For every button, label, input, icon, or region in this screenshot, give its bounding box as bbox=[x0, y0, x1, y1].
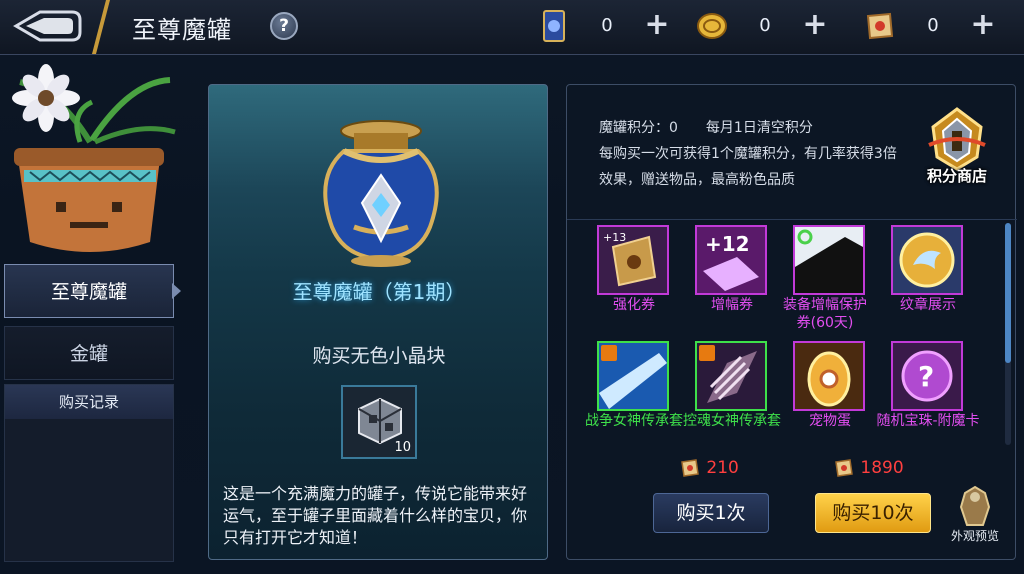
item-grid-scrollbar[interactable] bbox=[1005, 223, 1011, 445]
appearance-preview-label: 外观预览 bbox=[950, 529, 999, 543]
crystal-item-slot[interactable]: 10 bbox=[341, 385, 417, 459]
supreme-jar-image bbox=[323, 120, 439, 267]
soul-goddess-set-icon bbox=[697, 343, 765, 409]
gold-coin-icon bbox=[697, 13, 727, 39]
resource-points: 0 + bbox=[862, 8, 1012, 44]
reward-item-name: 装备增幅保护券(60天) bbox=[783, 297, 867, 331]
rewards-panel: 魔罐积分：0 每月1日清空积分 每购买一次可获得1个魔罐积分，有几率获得3倍效果，… bbox=[566, 84, 1017, 560]
title-divider bbox=[92, 0, 110, 54]
selected-tab-pointer bbox=[172, 283, 181, 299]
purchase-history-panel[interactable]: 购买记录 bbox=[4, 384, 174, 562]
scroll-points-icon bbox=[866, 12, 894, 40]
resource-points-value: 0 bbox=[927, 15, 939, 36]
resource-ticket: 0 + bbox=[536, 8, 686, 44]
price-single-value: 210 bbox=[706, 458, 739, 478]
reward-item-frame bbox=[597, 341, 669, 411]
add-gold-button[interactable]: + bbox=[800, 10, 830, 40]
add-points-button[interactable]: + bbox=[968, 10, 998, 40]
resource-ticket-value: 0 bbox=[601, 15, 613, 36]
scroll-points-icon bbox=[835, 459, 853, 477]
protect-ticket-icon bbox=[795, 227, 863, 293]
resource-gold: 0 + bbox=[694, 8, 844, 44]
tab-gold-jar[interactable]: 金罐 bbox=[4, 326, 174, 380]
reward-item-name: 宠物蛋 bbox=[809, 413, 851, 429]
scroll-points-icon bbox=[681, 459, 699, 477]
top-bar: 至尊魔罐 ? 0 + 0 + 0 + bbox=[0, 0, 1024, 55]
reward-item-name: 随机宝珠-附魔卡 bbox=[876, 413, 980, 429]
price-ten: 1890 bbox=[833, 457, 904, 479]
appearance-preview-button[interactable]: 外观预览 bbox=[943, 485, 1007, 545]
amplify-level-badge: +12 bbox=[705, 232, 750, 256]
add-ticket-button[interactable]: + bbox=[642, 10, 672, 40]
reward-item-frame bbox=[793, 225, 865, 295]
reward-item-name: 增幅券 bbox=[711, 297, 753, 313]
war-goddess-set-icon bbox=[599, 343, 667, 409]
points-reset-note: 每月1日清空积分 bbox=[705, 120, 813, 136]
reward-item-frame: +12 bbox=[695, 225, 767, 295]
back-button[interactable] bbox=[10, 8, 84, 44]
help-button[interactable]: ? bbox=[270, 12, 298, 40]
ticket-card-icon bbox=[543, 10, 565, 42]
buy-ten-button[interactable]: 购买10次 bbox=[815, 493, 931, 533]
reward-item-name: 战争女神传承套 bbox=[585, 413, 683, 429]
amplify-ticket-icon: +12 bbox=[697, 227, 765, 293]
reward-item-grid: +13 强化券 +12 增幅券 装备增幅保护券(60天) 纹章展示 战争女神传承… bbox=[567, 219, 1017, 450]
pet-egg-icon bbox=[795, 343, 863, 409]
back-arrow-icon bbox=[13, 10, 82, 42]
reward-item-frame bbox=[891, 225, 963, 295]
points-description: 每购买一次可获得1个魔罐积分，有几率获得3倍效果，赠送物品，最高粉色品质 bbox=[599, 146, 897, 188]
page-title: 至尊魔罐 bbox=[132, 16, 232, 44]
points-shop-crest-icon bbox=[928, 107, 986, 171]
points-label: 魔罐积分：0 bbox=[599, 120, 678, 136]
tab-supreme-jar[interactable]: 至尊魔罐 bbox=[4, 264, 174, 318]
reward-item-name: 控魂女神传承套 bbox=[683, 413, 781, 429]
points-shop-button[interactable]: 积分商店 bbox=[917, 105, 997, 191]
resource-gold-value: 0 bbox=[759, 15, 771, 36]
price-single: 210 bbox=[679, 457, 739, 479]
emblem-dolphin-icon bbox=[893, 227, 961, 293]
jar-name: 至尊魔罐（第1期） bbox=[292, 280, 466, 304]
reward-item-name: 强化券 bbox=[613, 297, 655, 313]
scrollbar-thumb[interactable] bbox=[1005, 223, 1011, 363]
reward-item-name: 纹章展示 bbox=[900, 297, 956, 313]
points-shop-label: 积分商店 bbox=[926, 167, 987, 185]
purchase-history-title: 购买记录 bbox=[5, 385, 173, 419]
armor-preview-icon bbox=[959, 485, 991, 526]
price-ten-value: 1890 bbox=[860, 458, 904, 478]
enhance-ticket-icon: +13 bbox=[599, 227, 667, 293]
enhance-level-badge: +13 bbox=[603, 231, 626, 244]
jar-panel: 至尊魔罐（第1期） 购买无色小晶块 10 这是一个充满魔力的罐子，传说它能带来好… bbox=[208, 84, 548, 560]
buy-caption: 购买无色小晶块 bbox=[312, 345, 446, 367]
crystal-count: 10 bbox=[394, 440, 411, 455]
jar-description: 这是一个充满魔力的罐子，传说它能带来好运气，至于罐子里面藏着什么样的宝贝，你只有… bbox=[223, 484, 528, 547]
reward-item-frame bbox=[793, 341, 865, 411]
points-info: 魔罐积分：0 每月1日清空积分 每购买一次可获得1个魔罐积分，有几率获得3倍效果，… bbox=[599, 115, 899, 193]
buy-once-button[interactable]: 购买1次 bbox=[653, 493, 769, 533]
svg-text:?: ? bbox=[918, 360, 934, 393]
flower-pot-mascot bbox=[12, 64, 176, 252]
reward-item-frame bbox=[695, 341, 767, 411]
random-orb-icon: ? bbox=[893, 343, 961, 409]
reward-item-frame: +13 bbox=[597, 225, 669, 295]
reward-item-frame: ? bbox=[891, 341, 963, 411]
